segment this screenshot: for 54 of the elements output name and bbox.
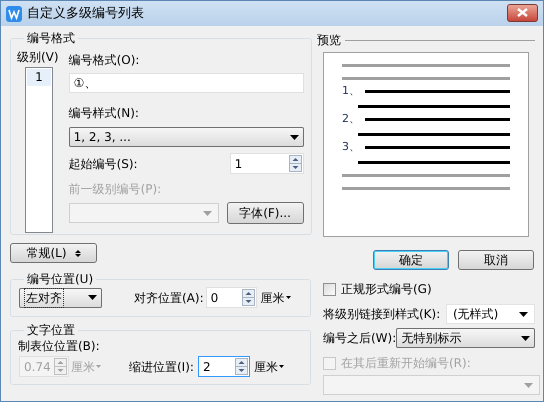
dropdown-arrow-icon <box>88 295 97 300</box>
number-field[interactable]: 1 <box>230 153 304 174</box>
field-label: 编号格式(O): <box>68 52 140 69</box>
preview-number: 2、 <box>342 110 361 127</box>
checkbox-label: 正规形式编号(G) <box>341 281 432 298</box>
level-list[interactable]: 1 <box>25 67 53 233</box>
group-title: 预览 <box>317 32 341 49</box>
preview-number: 1、 <box>342 82 361 99</box>
dropdown[interactable]: 左对齐 <box>19 288 102 308</box>
field-label: 前一级别编号(P): <box>68 181 162 198</box>
caret-icon <box>286 296 291 299</box>
field-label: 起始编号(S): <box>68 156 138 172</box>
checkbox[interactable] <box>323 282 336 296</box>
dropdown-arrow-icon <box>519 312 528 316</box>
level-item[interactable]: 1 <box>27 69 51 86</box>
unit-dropdown[interactable]: 厘米 <box>254 358 284 376</box>
dialog-button[interactable]: 常规(L) <box>10 243 97 263</box>
dropdown[interactable]: 无特别标示 <box>396 328 535 348</box>
app-logo-icon <box>6 6 22 22</box>
dialog-button[interactable]: 字体(F)... <box>226 202 304 224</box>
dropdown-arrow-icon <box>521 336 530 340</box>
level-label: 级别(V) <box>17 49 59 66</box>
group-title: 编号位置(U) <box>27 272 94 286</box>
format-field[interactable]: ①、 <box>68 73 304 93</box>
field-label: 将级别链接到样式(K): <box>323 306 440 323</box>
close-icon <box>517 8 528 17</box>
unit-dropdown[interactable]: 厘米 <box>260 288 291 306</box>
preview-number: 3、 <box>342 138 361 155</box>
window-title: 自定义多级编号列表 <box>27 4 144 23</box>
group-title: 编号格式 <box>27 31 75 45</box>
group-title: 文字位置 <box>27 323 75 337</box>
dropdown-arrow-icon <box>290 134 299 140</box>
number-field[interactable]: 0 <box>206 287 257 308</box>
dropdown[interactable]: 1, 2, 3, ... <box>68 127 304 147</box>
dropdown-arrow-icon <box>202 210 212 216</box>
field-label: 制表位位置(B): <box>18 338 101 355</box>
checkbox-label: 在其后重新开始编号(R): <box>341 355 471 372</box>
checkbox[interactable] <box>323 356 336 370</box>
expand-arrows-icon <box>74 250 81 256</box>
field-label: 编号之后(W): <box>323 330 396 347</box>
caret-icon <box>96 365 101 368</box>
number-field[interactable]: 2 <box>198 356 250 377</box>
field-label: 对齐位置(A): <box>134 290 204 306</box>
dialog-button[interactable]: 取消 <box>458 250 534 270</box>
close-button[interactable] <box>507 4 538 22</box>
spin-arrows-icon[interactable] <box>242 289 255 306</box>
field-label: 编号样式(N): <box>68 105 140 122</box>
caret-icon <box>278 365 284 368</box>
dropdown-arrow-icon <box>524 382 533 388</box>
spin-arrows-icon[interactable] <box>288 155 302 172</box>
dropdown[interactable]: (无样式) <box>446 304 535 324</box>
field-label: 缩进位置(I): <box>129 358 194 376</box>
dialog-button[interactable]: 确定 <box>373 250 449 270</box>
spin-arrows-icon[interactable] <box>234 358 248 375</box>
